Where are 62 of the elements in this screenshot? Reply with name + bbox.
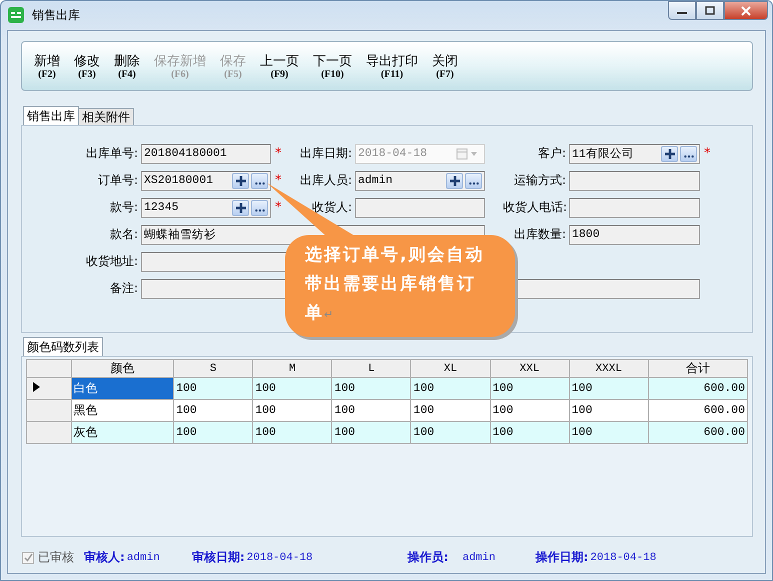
status-value: 2018-04-18: [590, 552, 656, 564]
table-cell: 100: [410, 422, 490, 444]
required-mark: *: [275, 173, 282, 188]
status-label: 审核人:: [84, 549, 125, 566]
field-label: 收货地址:: [84, 253, 139, 270]
table-cell: 100: [174, 378, 253, 400]
status-label: 操作员:: [408, 549, 448, 566]
table-cell: 100: [252, 378, 332, 400]
field-label: 出库日期:: [298, 145, 353, 162]
tooltip-text: 带出需要出库销售订: [305, 273, 477, 296]
status-value: admin: [462, 552, 496, 564]
table-cell: 100: [174, 400, 253, 422]
status-label: 审核日期:: [192, 549, 245, 566]
table-cell: 100: [410, 400, 490, 422]
table-cell: 白色: [71, 378, 174, 400]
table-cell: 100: [410, 378, 490, 400]
tooltip-text: 选择订单号,则会自动: [305, 244, 484, 267]
field-label: 出库人员:: [298, 172, 353, 189]
field-label: 运输方式:: [512, 172, 567, 189]
table-cell: 100: [490, 378, 570, 400]
column-header: M: [252, 360, 332, 378]
table-cell: 100: [569, 422, 648, 444]
column-header: L: [332, 360, 411, 378]
table-cell: 100: [174, 422, 253, 444]
status-value: admin: [126, 552, 160, 564]
column-header: 颜色: [71, 360, 174, 378]
column-header: XXL: [490, 360, 570, 378]
field-label: 客户:: [536, 145, 567, 162]
field-label: 出库单号:: [84, 145, 139, 162]
table-cell: 600.00: [648, 400, 748, 422]
table-cell: 600.00: [648, 378, 748, 400]
column-header: XL: [410, 360, 490, 378]
table-cell: 灰色: [71, 422, 174, 444]
field-label: 款名:: [108, 226, 139, 243]
checkbox-label: 已审核: [38, 549, 74, 566]
table-cell: 100: [490, 422, 570, 444]
required-mark: *: [275, 200, 282, 215]
field-label: 备注:: [108, 280, 139, 297]
table-cell: 600.00: [648, 422, 748, 444]
table-cell: 100: [252, 422, 332, 444]
field-label: 出库数量:: [512, 226, 567, 243]
window-title: 销售出库: [32, 6, 80, 24]
field-label: 款号:: [108, 199, 139, 216]
table-cell: 黑色: [71, 400, 174, 422]
column-header: XXXL: [569, 360, 648, 378]
status-value: 2018-04-18: [246, 552, 313, 564]
field-label: 收货人电话:: [503, 199, 568, 216]
status-label: 操作日期:: [535, 549, 588, 566]
table-cell: 100: [332, 422, 411, 444]
table-cell: 100: [332, 378, 411, 400]
column-header: S: [174, 360, 253, 378]
table-cell: 100: [569, 400, 648, 422]
table-cell: 100: [490, 400, 570, 422]
tooltip-text: 单↵: [305, 302, 334, 325]
table-cell: 100: [252, 400, 332, 422]
field-label: 收货人:: [310, 199, 353, 216]
table-cell: 100: [332, 400, 411, 422]
required-mark: *: [275, 146, 282, 161]
column-header: 合计: [648, 360, 748, 378]
table-cell: 100: [569, 378, 648, 400]
required-mark: *: [704, 146, 710, 161]
field-label: 订单号:: [96, 172, 139, 189]
